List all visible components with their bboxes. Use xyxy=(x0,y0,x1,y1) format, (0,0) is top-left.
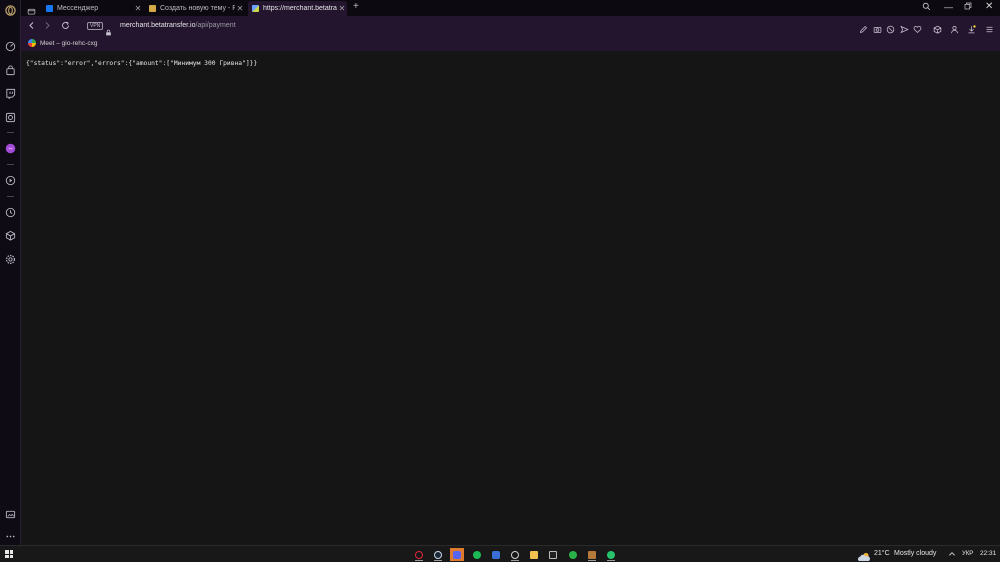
keyboard-language[interactable]: УКР xyxy=(962,551,973,557)
easy-setup-menu-icon[interactable] xyxy=(985,21,994,33)
file-explorer-taskbar-icon[interactable] xyxy=(527,548,541,561)
archive-taskbar-icon[interactable] xyxy=(585,548,599,561)
cloudy-weather-icon[interactable] xyxy=(857,549,871,561)
back-arrow-icon[interactable] xyxy=(27,21,36,32)
messenger-taskbar-icon[interactable] xyxy=(489,548,503,561)
opera-sidebar xyxy=(0,0,21,545)
sidebar-divider xyxy=(7,132,14,133)
game-launcher-taskbar-icon[interactable] xyxy=(604,548,618,561)
tab-search-icon[interactable] xyxy=(922,2,931,13)
system-clock[interactable]: 22:31 xyxy=(980,550,996,557)
more-dots-icon[interactable] xyxy=(5,531,16,542)
restore-icon[interactable] xyxy=(964,2,972,12)
page-content: {"status":"error","errors":{"amount":["М… xyxy=(22,51,1000,545)
terminal-taskbar-icon[interactable] xyxy=(546,548,560,561)
steam-taskbar-icon[interactable] xyxy=(431,548,445,561)
bookmark-meet[interactable]: Meet – gio-rehc-cxg xyxy=(28,39,97,47)
profile-avatar-icon[interactable] xyxy=(950,21,959,34)
heart-icon[interactable] xyxy=(913,21,922,34)
spotify-taskbar-icon[interactable] xyxy=(470,548,484,561)
close-window-icon[interactable]: ✕ xyxy=(985,1,993,12)
screen: Мессенджер ✕ Создать новую тему - Re ✕ h… xyxy=(0,0,1000,562)
opera-taskbar-icon[interactable] xyxy=(412,548,426,561)
tab-strip: Мессенджер ✕ Создать новую тему - Re ✕ h… xyxy=(21,0,1000,16)
send-arrow-icon[interactable] xyxy=(900,21,909,34)
vpn-badge[interactable]: VPN xyxy=(87,22,104,30)
opera-logo-icon[interactable] xyxy=(5,5,16,16)
forward-arrow-icon[interactable] xyxy=(43,21,52,32)
tab-betatransfer[interactable]: https://merchant.betatrans ✕ xyxy=(248,1,347,16)
tab-close-icon[interactable]: ✕ xyxy=(235,4,245,13)
workspaces-icon[interactable] xyxy=(27,3,36,15)
share-edit-icon[interactable] xyxy=(859,21,868,34)
player-icon[interactable] xyxy=(5,112,16,123)
history-clock-icon[interactable] xyxy=(5,207,16,218)
tab-close-icon[interactable]: ✕ xyxy=(337,4,347,13)
downloads-icon[interactable] xyxy=(967,21,976,34)
play-circle-icon[interactable] xyxy=(5,175,16,186)
url-field[interactable]: merchant.betatransfer.io/api/payment xyxy=(120,22,236,29)
windows-start-icon[interactable] xyxy=(5,550,13,558)
json-response-text: {"status":"error","errors":{"amount":["М… xyxy=(26,60,258,67)
new-tab-plus-icon[interactable]: + xyxy=(353,1,359,12)
extensions-cube-icon[interactable] xyxy=(933,21,942,34)
smiley-app-taskbar-icon[interactable] xyxy=(508,548,522,561)
url-host: merchant.betatransfer.io xyxy=(120,22,196,29)
tray-chevron-up-icon[interactable] xyxy=(948,550,956,560)
tab-title: Мессенджер xyxy=(57,5,99,12)
betatransfer-favicon-icon xyxy=(252,5,259,12)
messenger-favicon-icon xyxy=(46,5,53,12)
settings-gear-icon[interactable] xyxy=(5,254,16,265)
tab-title: Создать новую тему - Re xyxy=(160,5,235,12)
weather-temperature[interactable]: 21°C xyxy=(874,550,890,557)
weather-description[interactable]: Mostly cloudy xyxy=(894,550,936,557)
shopping-bag-icon[interactable] xyxy=(5,65,16,76)
address-bar: VPN merchant.betatransfer.io/api/payment xyxy=(21,16,1000,36)
snapshot-icon[interactable] xyxy=(5,509,16,520)
camera-snapshot-icon[interactable] xyxy=(873,21,882,33)
tab-title: https://merchant.betatrans xyxy=(263,5,337,12)
speed-dial-icon[interactable] xyxy=(5,41,16,52)
tab-create-topic[interactable]: Создать новую тему - Re ✕ xyxy=(145,1,245,16)
tab-messenger[interactable]: Мессенджер ✕ xyxy=(42,1,143,16)
google-meet-icon xyxy=(28,39,36,47)
twitch-icon[interactable] xyxy=(5,88,16,99)
windows-taskbar: 21°C Mostly cloudy УКР 22:31 xyxy=(0,545,1000,562)
forum-favicon-icon xyxy=(149,5,156,12)
messenger-icon[interactable] xyxy=(5,143,16,154)
sidebar-divider xyxy=(7,164,14,165)
extensions-cube-icon[interactable] xyxy=(5,230,16,241)
discord-taskbar-icon[interactable] xyxy=(450,548,464,561)
tab-close-icon[interactable]: ✕ xyxy=(133,4,143,13)
reload-icon[interactable] xyxy=(61,21,70,32)
bookmarks-bar: Meet – gio-rehc-cxg xyxy=(21,36,1000,51)
adblock-shield-icon[interactable] xyxy=(886,21,895,34)
xbox-taskbar-icon[interactable] xyxy=(566,548,580,561)
bookmark-label: Meet – gio-rehc-cxg xyxy=(40,39,98,47)
sidebar-divider xyxy=(7,196,14,197)
url-path: /api/payment xyxy=(195,22,236,29)
minimize-icon[interactable]: — xyxy=(944,2,953,12)
